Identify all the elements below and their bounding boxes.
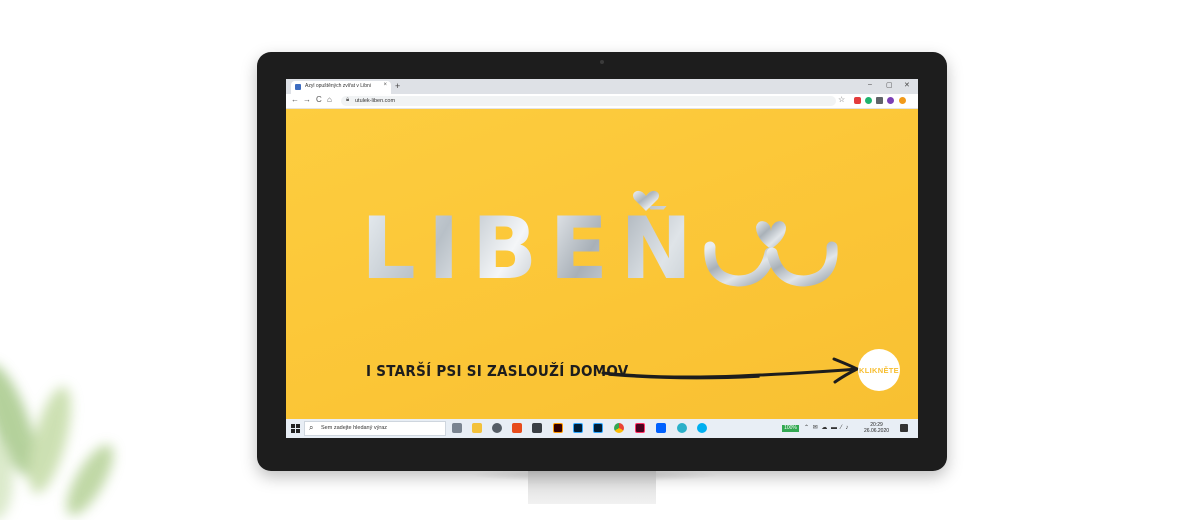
back-icon[interactable]: ← xyxy=(291,95,299,104)
skype-icon[interactable] xyxy=(697,423,707,433)
extensions-puzzle-icon[interactable] xyxy=(876,97,883,104)
arrow-right-icon xyxy=(601,357,861,384)
search-icon: ⌕ xyxy=(309,423,314,432)
browser-tab[interactable]: Azyl opuštěných zvířat v Libni × xyxy=(291,81,391,94)
new-tab-button[interactable]: + xyxy=(395,80,400,92)
lock-icon: 🔒︎ xyxy=(346,97,350,103)
webcam xyxy=(600,60,604,64)
photoshop-icon[interactable] xyxy=(573,423,583,433)
favicon-icon xyxy=(295,84,301,90)
search-placeholder: Sem zadejte hledaný výraz xyxy=(321,425,388,431)
home-icon[interactable]: ⌂ xyxy=(327,95,332,104)
illustrator-icon[interactable] xyxy=(553,423,563,433)
maximize-button[interactable]: ▢ xyxy=(886,81,893,89)
edge-icon[interactable] xyxy=(677,423,687,433)
store-icon[interactable] xyxy=(532,423,542,433)
dropbox-icon[interactable] xyxy=(656,423,666,433)
task-view-icon[interactable] xyxy=(452,423,462,433)
battery-indicator[interactable]: 100% xyxy=(782,425,799,432)
taskbar-search-input[interactable]: ⌕ Sem zadejte hledaný výraz xyxy=(304,421,446,436)
minimize-button[interactable]: – xyxy=(868,81,872,88)
plant-decoration xyxy=(0,363,114,519)
clock[interactable]: 20:29 26.06.2020 xyxy=(864,422,889,434)
extension-grammarly-icon[interactable] xyxy=(865,97,872,104)
chrome-icon[interactable] xyxy=(614,423,624,433)
update-icon[interactable] xyxy=(899,97,906,104)
file-explorer-icon[interactable] xyxy=(472,423,482,433)
lightroom-icon[interactable] xyxy=(593,423,603,433)
extension-shield-icon[interactable] xyxy=(854,97,861,104)
tagline: I STARŠÍ PSI SI ZASLOUŽÍ DOMOV xyxy=(366,362,629,380)
tab-close-icon[interactable]: × xyxy=(383,82,387,88)
profile-avatar[interactable] xyxy=(887,97,894,104)
close-window-button[interactable]: ✕ xyxy=(904,81,910,89)
monitor: Azyl opuštěných zvířat v Libni × + – ▢ ✕… xyxy=(257,52,947,471)
liben-logo-text: LIBEŇ xyxy=(361,199,705,299)
monitor-stand xyxy=(528,470,656,504)
heart-icon xyxy=(633,190,659,211)
tab-bar: Azyl opuštěných zvířat v Libni × + – ▢ ✕ xyxy=(286,79,918,94)
address-bar[interactable]: 🔒︎ utulek-liben.com xyxy=(341,96,836,106)
url-text: utulek-liben.com xyxy=(355,98,396,104)
tab-title: Azyl opuštěných zvířat v Libni xyxy=(305,83,371,89)
website-hero: LIBEŇ I STARŠÍ PSI SI ZASLOUŽÍ DOMOV KLI… xyxy=(286,109,918,419)
click-here-button[interactable]: KLIKNĚTE xyxy=(858,349,900,391)
clock-date: 26.06.2020 xyxy=(864,428,890,434)
settings-icon[interactable] xyxy=(492,423,502,433)
taskbar: ⌕ Sem zadejte hledaný výraz 100% ⌃ ✉ ☁ ▬… xyxy=(286,419,918,438)
screen: Azyl opuštěných zvířat v Libni × + – ▢ ✕… xyxy=(286,79,918,438)
system-tray-icons[interactable]: ⌃ ✉ ☁ ▬ ⁄ ♪ xyxy=(804,424,849,431)
bookmark-star-icon[interactable]: ☆ xyxy=(838,95,845,104)
browser-toolbar: ← → C ⌂ 🔒︎ utulek-liben.com ☆ xyxy=(286,94,918,109)
forward-icon[interactable]: → xyxy=(303,95,311,104)
office-icon[interactable] xyxy=(512,423,522,433)
dog-nose-icon xyxy=(704,221,838,287)
indesign-icon[interactable] xyxy=(635,423,645,433)
notifications-icon[interactable] xyxy=(900,424,908,432)
reload-icon[interactable]: C xyxy=(316,95,322,104)
windows-start-icon[interactable] xyxy=(291,424,300,433)
